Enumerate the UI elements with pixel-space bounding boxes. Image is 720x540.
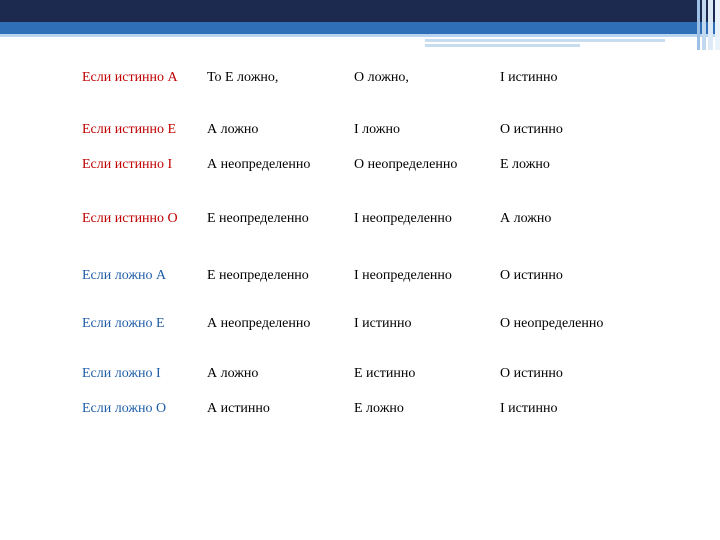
inference-cell: I неопределенно (354, 211, 452, 226)
inference-cell: То Е ложно, (207, 70, 279, 85)
table-row: Если истинно О Е неопределенно I неопред… (0, 209, 720, 229)
table-row: Если ложно О А истинно Е ложно I истинно (0, 399, 720, 419)
inference-cell: I неопределенно (354, 268, 452, 283)
condition-cell: Если ложно Е (82, 316, 165, 331)
inference-cell: А истинно (207, 401, 270, 416)
table-row: Если истинно I А неопределенно О неопред… (0, 155, 720, 175)
inference-cell: А ложно (500, 211, 552, 226)
inference-cell: I ложно (354, 122, 400, 137)
inference-cell: I истинно (354, 316, 412, 331)
inference-cell: Е истинно (354, 366, 416, 381)
header-dark-bar (0, 0, 720, 22)
condition-cell: Если истинно Е (82, 122, 177, 137)
condition-cell: Если истинно О (82, 211, 178, 226)
table-row: Если истинно А То Е ложно, О ложно, I ис… (0, 68, 720, 88)
inference-cell: О истинно (500, 122, 563, 137)
condition-cell: Если истинно I (82, 157, 173, 172)
header-light-bar (0, 34, 720, 37)
header-stripe (702, 0, 706, 50)
header-stripe (708, 0, 713, 50)
inference-cell: О неопределенно (354, 157, 458, 172)
header-blue-bar (0, 22, 720, 34)
inference-cell: Е неопределенно (207, 211, 309, 226)
header-stripe (715, 0, 720, 50)
inference-cell: А ложно (207, 366, 259, 381)
inference-cell: I истинно (500, 401, 558, 416)
header-accent-line (425, 39, 665, 42)
inference-cell: I истинно (500, 70, 558, 85)
inference-cell: А неопределенно (207, 316, 311, 331)
condition-cell: Если ложно О (82, 401, 167, 416)
table-row: Если ложно А Е неопределенно I неопредел… (0, 266, 720, 286)
inference-cell: А ложно (207, 122, 259, 137)
inference-cell: Е ложно (500, 157, 550, 172)
inference-cell: О ложно, (354, 70, 409, 85)
inference-cell: О истинно (500, 268, 563, 283)
table-row: Если ложно Е А неопределенно I истинно О… (0, 314, 720, 334)
condition-cell: Если ложно А (82, 268, 167, 283)
condition-cell: Если истинно А (82, 70, 178, 85)
header-accent-line-short (425, 44, 580, 47)
inference-cell: Е неопределенно (207, 268, 309, 283)
inference-cell: О неопределенно (500, 316, 604, 331)
table-row: Если истинно Е А ложно I ложно О истинно (0, 120, 720, 140)
inference-cell: Е ложно (354, 401, 404, 416)
header-stripe (697, 0, 700, 50)
condition-cell: Если ложно I (82, 366, 161, 381)
inference-cell: О истинно (500, 366, 563, 381)
table-row: Если ложно I А ложно Е истинно О истинно (0, 364, 720, 384)
inference-cell: А неопределенно (207, 157, 311, 172)
